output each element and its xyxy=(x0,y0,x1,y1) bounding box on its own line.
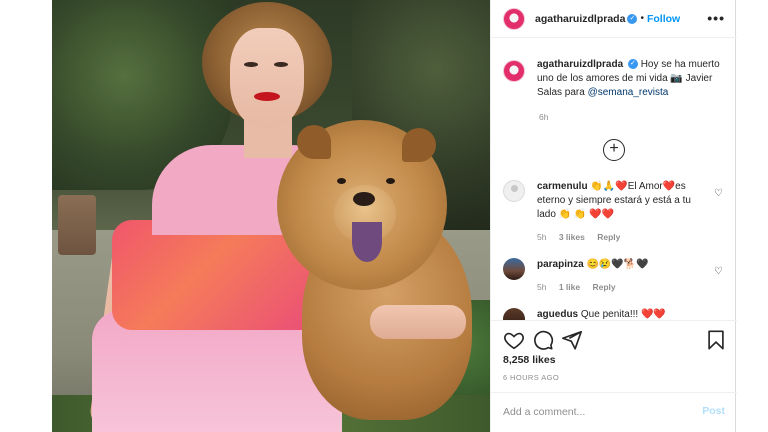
post-comment-button[interactable]: Post xyxy=(702,405,725,417)
photo-woman-eye xyxy=(274,62,288,67)
comment-text: 😊😢🖤🐕🖤 xyxy=(586,259,649,270)
add-comment-input[interactable] xyxy=(503,403,683,421)
load-more-comments-icon[interactable]: + xyxy=(603,139,625,161)
comment-body: parapinza 😊😢🖤🐕🖤 5h 1 like Reply xyxy=(537,258,707,294)
photo-woman-eye xyxy=(244,62,258,67)
commenter-username[interactable]: aguedus xyxy=(537,309,578,320)
comment-likes[interactable]: 1 like xyxy=(559,282,580,292)
caption-text: agatharuizdlprada ✓ Hoy se ha muerto uno… xyxy=(537,58,729,100)
more-options-icon[interactable]: ••• xyxy=(707,10,725,26)
reply-button[interactable]: Reply xyxy=(593,282,616,292)
photo-flower-pot xyxy=(58,195,96,255)
comment-icon[interactable] xyxy=(532,329,554,351)
comments-scroll-area[interactable]: agatharuizdlprada ✓ Hoy se ha muerto uno… xyxy=(491,38,737,320)
comment-like-heart-icon[interactable]: ♡ xyxy=(714,266,723,277)
follow-button[interactable]: Follow xyxy=(647,13,680,25)
commenter-username[interactable]: carmenulu xyxy=(537,181,588,192)
caption-author-avatar[interactable] xyxy=(503,60,525,82)
instagram-post-view: agatharuizdlprada ✓ • Follow ••• agathar… xyxy=(0,0,768,432)
comment-meta: 5h 3 likes Reply xyxy=(537,230,707,244)
caption-author-username[interactable]: agatharuizdlprada xyxy=(537,59,623,70)
verified-badge-icon: ✓ xyxy=(627,59,638,70)
photo-woman-face xyxy=(230,28,304,128)
photo-dog-eye xyxy=(337,178,346,184)
comment-meta: 5h 1 like Reply xyxy=(537,280,707,294)
comment-like-heart-icon[interactable]: ♡ xyxy=(714,188,723,199)
bookmark-icon[interactable] xyxy=(705,329,727,351)
post-header: agatharuizdlprada ✓ • Follow ••• xyxy=(491,0,737,38)
share-icon[interactable] xyxy=(561,329,583,351)
photo-woman-hand xyxy=(370,305,466,339)
comment-text: Que penita!!! ❤️❤️ xyxy=(580,309,666,320)
photo-dog-ear xyxy=(402,128,436,162)
post-caption: agatharuizdlprada ✓ Hoy se ha muerto uno… xyxy=(503,58,729,100)
commenter-avatar[interactable] xyxy=(503,308,525,320)
comment-time: 5h xyxy=(537,232,547,242)
caption-timestamp: 6h xyxy=(539,112,549,122)
comment-body: aguedus Que penita!!! ❤️❤️ xyxy=(537,308,707,320)
commenter-avatar[interactable] xyxy=(503,180,525,202)
caption-mention-link[interactable]: @semana_revista xyxy=(588,87,669,98)
add-comment-bar: Post xyxy=(491,392,737,432)
comment-likes[interactable]: 3 likes xyxy=(559,232,585,242)
comment-item: aguedus Que penita!!! ❤️❤️ xyxy=(503,308,733,320)
comment-time: 5h xyxy=(537,282,547,292)
photo-dog-nose xyxy=(353,192,375,206)
photo-dog-tongue xyxy=(352,222,382,262)
comment-item: parapinza 😊😢🖤🐕🖤 5h 1 like Reply ♡ xyxy=(503,258,733,294)
author-username[interactable]: agatharuizdlprada xyxy=(535,13,625,25)
commenter-avatar[interactable] xyxy=(503,258,525,280)
comment-body: carmenulu 👏🙏❤️El Amor❤️es eterno y siemp… xyxy=(537,180,707,244)
likes-count[interactable]: 8,258 likes xyxy=(503,354,556,366)
photo-woman-lips xyxy=(254,92,280,101)
commenter-username[interactable]: parapinza xyxy=(537,259,584,270)
heart-icon[interactable] xyxy=(503,329,525,351)
separator-dot: • xyxy=(640,13,644,24)
photo-dog-ear xyxy=(297,125,331,159)
post-photo[interactable] xyxy=(52,0,490,432)
author-avatar[interactable] xyxy=(503,7,525,30)
posted-time: 6 HOURS AGO xyxy=(503,373,560,382)
post-side-panel: agatharuizdlprada ✓ • Follow ••• agathar… xyxy=(490,0,737,432)
reply-button[interactable]: Reply xyxy=(597,232,620,242)
photo-dog-eye xyxy=(386,178,395,184)
verified-badge-icon: ✓ xyxy=(627,13,638,24)
comment-item: carmenulu 👏🙏❤️El Amor❤️es eterno y siemp… xyxy=(503,180,733,244)
